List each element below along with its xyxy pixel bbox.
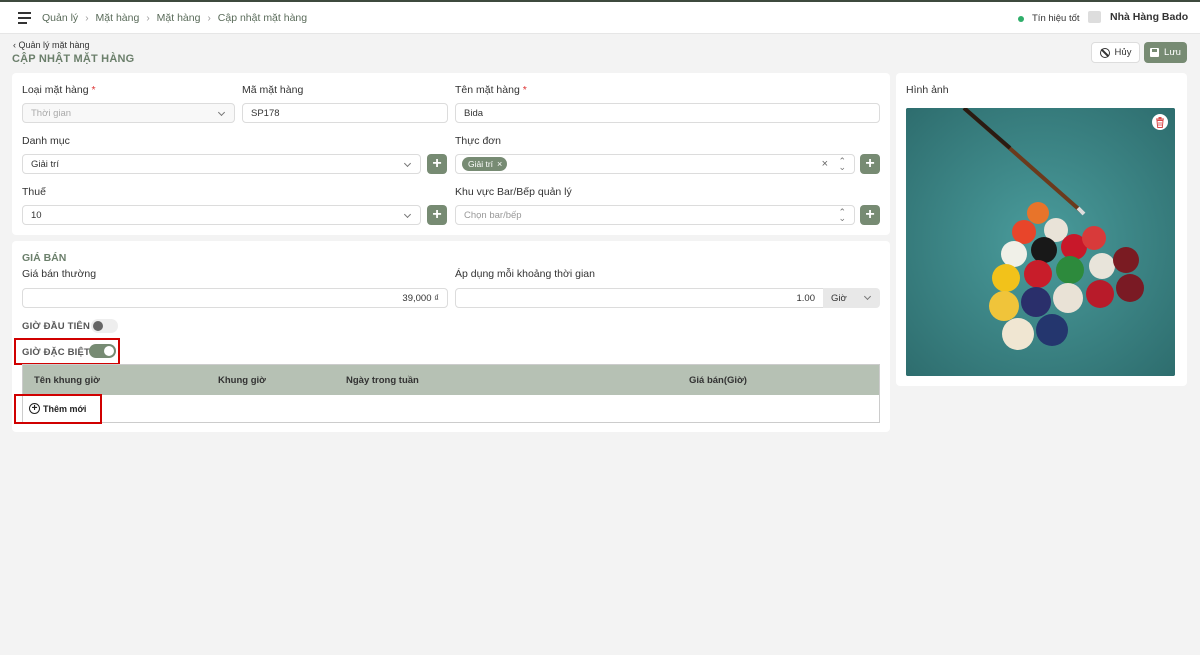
- pricing-section-title: GIÁ BÁN: [22, 252, 67, 264]
- chevron-right-icon: ›: [146, 12, 150, 24]
- category-value: Giải trí: [31, 158, 59, 170]
- kitchen-select[interactable]: Chọn bar/bếp ⌃ ⌄: [455, 205, 855, 225]
- signal-label: Tín hiệu tốt: [1032, 13, 1080, 24]
- item-type-label: Loại mặt hàng *: [22, 84, 96, 96]
- back-link[interactable]: ‹ Quản lý mặt hàng: [13, 40, 90, 50]
- toggle-knob: [93, 321, 103, 331]
- table-header: Tên khung giờ Khung giờ Ngày trong tuần …: [23, 365, 879, 395]
- breadcrumb-item[interactable]: Mặt hàng: [96, 12, 140, 24]
- floppy-disk-icon: [1150, 48, 1160, 57]
- regular-price-label: Giá bán thường: [22, 268, 97, 280]
- item-name-label: Tên mặt hàng *: [455, 84, 527, 96]
- regular-price-input[interactable]: 39,000 ₫: [22, 288, 448, 308]
- regular-price-value: 39,000 ₫: [402, 292, 439, 304]
- tax-value: 10: [31, 209, 42, 221]
- column-header: Tên khung giờ: [34, 375, 100, 386]
- delete-image-button[interactable]: [1152, 114, 1168, 130]
- add-kitchen-button[interactable]: +: [860, 205, 880, 225]
- add-category-button[interactable]: +: [427, 154, 447, 174]
- first-hour-toggle[interactable]: [91, 319, 118, 333]
- special-hour-table: Tên khung giờ Khung giờ Ngày trong tuần …: [22, 364, 880, 423]
- kitchen-placeholder: Chọn bar/bếp: [464, 209, 522, 221]
- column-header: Khung giờ: [218, 375, 266, 386]
- breadcrumb-item[interactable]: Quản lý: [42, 12, 78, 24]
- kitchen-label: Khu vực Bar/Bếp quản lý: [455, 186, 572, 198]
- ban-icon: [1099, 47, 1110, 58]
- time-unit-select[interactable]: Giờ: [823, 288, 880, 308]
- up-down-icon: ⌃ ⌄: [838, 207, 846, 223]
- chevron-right-icon: ›: [207, 12, 211, 24]
- menu-select[interactable]: Giải trí × × ⌃ ⌄: [455, 154, 855, 174]
- first-hour-label: GIỜ ĐẦU TIÊN: [22, 321, 91, 332]
- save-label: Lưu: [1164, 47, 1181, 58]
- back-link-label: Quản lý mặt hàng: [18, 40, 90, 50]
- tag-remove-icon[interactable]: ×: [497, 159, 502, 169]
- chevron-down-icon: [403, 159, 412, 168]
- item-code-input[interactable]: SP178: [242, 103, 448, 123]
- chevron-down-icon: [863, 292, 872, 301]
- trash-icon: [1156, 116, 1164, 128]
- category-select[interactable]: Giải trí: [22, 154, 421, 174]
- breadcrumb: Quản lý › Mặt hàng › Mặt hàng › Cập nhật…: [42, 12, 307, 24]
- item-name-input[interactable]: Bida: [455, 103, 880, 123]
- time-apply-label: Áp dụng mỗi khoảng thời gian: [455, 268, 595, 280]
- time-apply-value: 1.00: [796, 292, 816, 304]
- breadcrumb-item: Cập nhật mặt hàng: [217, 12, 308, 24]
- item-type-value: Thời gian: [31, 107, 72, 119]
- tax-label: Thuế: [22, 186, 46, 198]
- chevron-down-icon: [403, 210, 412, 219]
- time-apply-input[interactable]: 1.00: [455, 288, 824, 308]
- up-down-icon: ⌃ ⌄: [838, 156, 846, 172]
- item-name-value: Bida: [464, 107, 484, 119]
- page-title: CẬP NHẬT MẶT HÀNG: [12, 53, 135, 65]
- billiard-balls-image: [906, 108, 1175, 376]
- status-dot-icon: [1018, 15, 1024, 22]
- chevron-right-icon: ›: [85, 12, 89, 24]
- item-type-select[interactable]: Thời gian: [22, 103, 235, 123]
- add-new-highlight: [14, 394, 102, 424]
- item-image[interactable]: [906, 108, 1175, 376]
- cancel-button[interactable]: Hủy: [1091, 42, 1140, 63]
- item-code-value: SP178: [251, 107, 280, 119]
- menu-tag: Giải trí ×: [462, 157, 508, 171]
- cancel-label: Hủy: [1114, 47, 1132, 58]
- clear-icon[interactable]: ×: [822, 158, 828, 170]
- tax-select[interactable]: 10: [22, 205, 421, 225]
- store-icon: [1088, 11, 1101, 23]
- menu-icon[interactable]: [18, 12, 31, 24]
- menu-label: Thực đơn: [455, 135, 502, 147]
- item-code-label: Mã mặt hàng: [242, 84, 304, 96]
- image-title: Hình ảnh: [906, 84, 949, 96]
- top-bar: Quản lý › Mặt hàng › Mặt hàng › Cập nhật…: [0, 0, 1200, 34]
- column-header: Giá bán(Giờ): [689, 375, 747, 386]
- category-label: Danh mục: [22, 135, 70, 147]
- store-name: Nhà Hàng Bado: [1110, 11, 1189, 23]
- column-header: Ngày trong tuần: [346, 375, 419, 386]
- save-button[interactable]: Lưu: [1144, 42, 1187, 63]
- chevron-down-icon: [217, 108, 226, 117]
- signal-status: Tín hiệu tốt: [1018, 13, 1080, 24]
- add-menu-button[interactable]: +: [860, 154, 880, 174]
- time-unit-value: Giờ: [831, 292, 847, 304]
- add-tax-button[interactable]: +: [427, 205, 447, 225]
- breadcrumb-item[interactable]: Mặt hàng: [157, 12, 201, 24]
- special-hour-highlight: [14, 338, 120, 365]
- store-selector[interactable]: Nhà Hàng Bado: [1088, 11, 1188, 23]
